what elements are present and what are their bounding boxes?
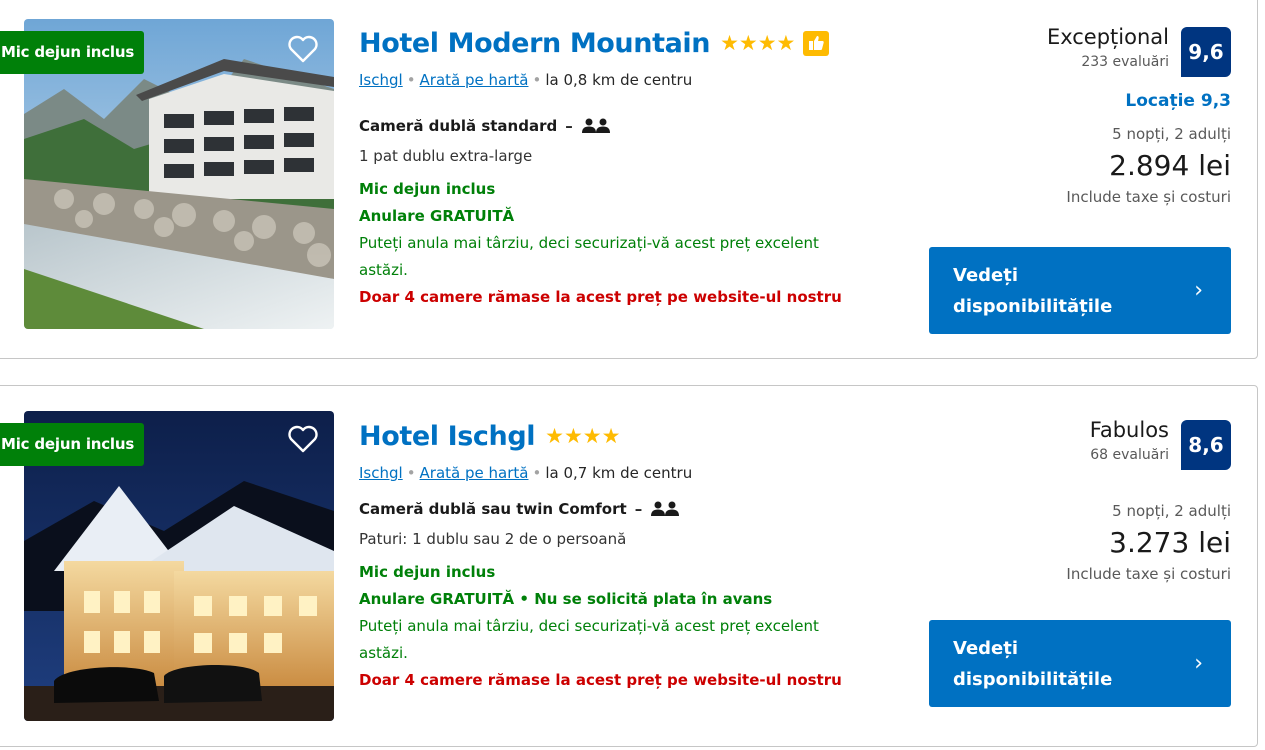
heart-outline-icon [288, 35, 318, 63]
two-persons-icon [651, 501, 680, 516]
score-word: Fabulos [1089, 418, 1169, 442]
review-score[interactable]: Excepțional 233 evaluări 9,6 [901, 23, 1231, 77]
cta-label: Vedeți disponibilitățile [953, 264, 1113, 317]
property-card: Mic dejun inclus Hotel Modern Mountain ★… [0, 0, 1258, 359]
room-type: Cameră dublă standard [359, 117, 558, 135]
free-cancellation: Anulare GRATUITĂ • Nu se solicită plata … [359, 590, 773, 608]
star-rating: ★★★★ [720, 31, 796, 55]
review-count: 233 evaluări [1081, 54, 1169, 70]
cancellation-note: Puteți anula mai târziu, deci securizați… [359, 234, 819, 279]
price: 2.894 lei [1109, 149, 1231, 182]
scarcity-message: Doar 4 camere rămase la acest preț pe we… [359, 288, 842, 306]
property-info: Hotel Ischgl ★★★★ Ischgl • Arată pe hartă •… [359, 416, 899, 694]
town-link[interactable]: Ischgl [359, 71, 403, 89]
map-link[interactable]: Arată pe hartă [420, 464, 529, 482]
chevron-right-icon: › [1194, 278, 1203, 303]
heart-outline-icon [288, 425, 318, 453]
breakfast-badge: Mic dejun inclus [0, 31, 145, 74]
cancellation-note: Puteți anula mai târziu, deci securizați… [359, 617, 819, 662]
map-link[interactable]: Arată pe hartă [420, 71, 529, 89]
review-score[interactable]: Fabulos 68 evaluări 8,6 [901, 416, 1231, 470]
breakfast-included: Mic dejun inclus [359, 180, 496, 198]
taxes-note: Include taxe și costuri [1066, 188, 1231, 206]
chevron-right-icon: › [1194, 651, 1203, 676]
taxes-note: Include taxe și costuri [1066, 565, 1231, 583]
breakfast-included: Mic dejun inclus [359, 563, 496, 581]
hotel-name-link[interactable]: Hotel Ischgl [359, 421, 536, 452]
town-link[interactable]: Ischgl [359, 464, 403, 482]
stay-length: 5 nopți, 2 adulți [1112, 502, 1231, 520]
see-availability-button[interactable]: Vedeți disponibilitățile › [929, 247, 1231, 334]
separator: • [532, 71, 542, 89]
bed-info: 1 pat dublu extra-large [359, 147, 533, 165]
separator: • [406, 71, 416, 89]
score-badge: 8,6 [1181, 420, 1231, 470]
location-score: Locație 9,3 [1125, 91, 1231, 111]
distance-text: la 0,7 km de centru [545, 464, 693, 482]
see-availability-button[interactable]: Vedeți disponibilitățile › [929, 620, 1231, 707]
distance-text: la 0,8 km de centru [545, 71, 693, 89]
score-word: Excepțional [1046, 25, 1169, 49]
favorite-button[interactable] [285, 422, 321, 456]
star-rating: ★★★★ [545, 424, 621, 448]
favorite-button[interactable] [285, 32, 321, 66]
separator: – [634, 500, 643, 518]
free-cancellation: Anulare GRATUITĂ [359, 207, 515, 225]
thumbs-up-icon [803, 30, 830, 56]
stay-length: 5 nopți, 2 adulți [1112, 125, 1231, 143]
score-badge: 9,6 [1181, 27, 1231, 77]
hotel-name-link[interactable]: Hotel Modern Mountain [359, 28, 710, 59]
property-card: Mic dejun inclus Hotel Ischgl ★★★★ Ischg… [0, 385, 1258, 747]
room-type: Cameră dublă sau twin Comfort [359, 500, 627, 518]
price-block: Fabulos 68 evaluări 8,6 5 nopți, 2 adulț… [901, 416, 1231, 586]
separator: • [406, 464, 416, 482]
separator: • [532, 464, 542, 482]
scarcity-message: Doar 4 camere rămase la acest preț pe we… [359, 671, 842, 689]
price: 3.273 lei [1109, 526, 1231, 559]
breakfast-badge: Mic dejun inclus [0, 423, 145, 466]
two-persons-icon [581, 118, 610, 133]
price-block: Excepțional 233 evaluări 9,6 Locație 9,3… [901, 23, 1231, 209]
property-info: Hotel Modern Mountain ★★★★ Ischgl • Arată … [359, 23, 899, 311]
review-count: 68 evaluări [1090, 447, 1169, 463]
separator: – [565, 117, 573, 135]
cta-label: Vedeți disponibilitățile [953, 637, 1113, 690]
bed-info: Paturi: 1 dublu sau 2 de o persoană [359, 530, 627, 548]
